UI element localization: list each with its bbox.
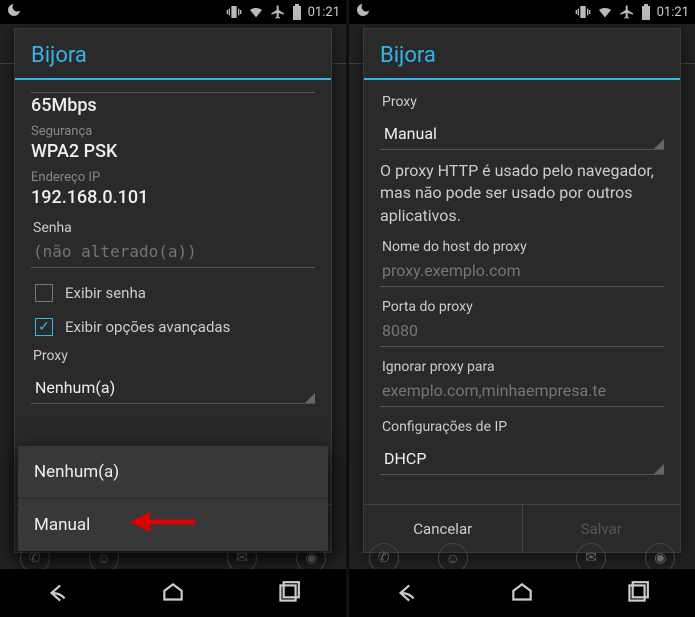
moon-icon <box>355 2 371 22</box>
dialog-title: Bijora <box>15 29 331 80</box>
vibrate-icon <box>575 4 591 20</box>
proxy-spinner[interactable]: Nenhum(a) <box>31 370 315 404</box>
status-time: 01:21 <box>657 5 689 20</box>
security-value: WPA2 PSK <box>31 141 315 162</box>
proxy-bypass-input[interactable] <box>380 375 664 407</box>
recents-button[interactable] <box>274 579 302 607</box>
password-input[interactable] <box>31 236 315 268</box>
airplane-icon <box>619 4 635 20</box>
dock-icons: ✆ ☺ ✉ ◉ <box>349 547 695 569</box>
back-button[interactable] <box>44 579 72 607</box>
security-label: Segurança <box>31 124 315 139</box>
advanced-options-label: Exibir opções avançadas <box>65 318 230 336</box>
status-bar: 01:21 <box>349 0 695 24</box>
proxy-option-manual[interactable]: Manual <box>18 499 328 551</box>
status-bar: 01:21 <box>0 0 346 24</box>
ip-settings-spinner[interactable]: DHCP <box>380 441 664 475</box>
link-speed-value: 65Mbps <box>31 95 315 116</box>
proxy-port-label: Porta do proxy <box>382 299 664 315</box>
proxy-spinner-value: Nenhum(a) <box>35 378 115 397</box>
ip-value: 192.168.0.101 <box>31 187 315 208</box>
back-button[interactable] <box>393 579 421 607</box>
proxy-spinner[interactable]: Manual <box>380 116 664 150</box>
advanced-options-checkbox[interactable]: ✓ <box>35 318 53 336</box>
phone-left: 01:21 Bijora 65Mbps Segurança WPA2 PSK E… <box>0 0 346 617</box>
status-time: 01:21 <box>308 5 340 20</box>
proxy-port-input[interactable] <box>380 315 664 347</box>
recents-button[interactable] <box>623 579 651 607</box>
show-password-row[interactable]: Exibir senha <box>35 284 315 302</box>
proxy-spinner-value: Manual <box>384 124 437 143</box>
dialog-title: Bijora <box>364 29 680 80</box>
wifi-dialog: Bijora Proxy Manual O proxy HTTP é usado… <box>363 28 681 553</box>
ip-settings-label: Configurações de IP <box>382 419 664 435</box>
proxy-host-input[interactable] <box>380 255 664 287</box>
nav-bar <box>0 569 346 617</box>
proxy-option-none[interactable]: Nenhum(a) <box>18 446 328 499</box>
wifi-icon <box>248 4 264 20</box>
nav-bar <box>349 569 695 617</box>
proxy-dropdown-popup: Nenhum(a) Manual <box>18 446 328 551</box>
vibrate-icon <box>226 4 242 20</box>
ip-label: Endereço IP <box>31 170 315 185</box>
airplane-icon <box>270 4 286 20</box>
dialog-footer: Cancelar Salvar <box>364 504 680 552</box>
proxy-info-text: O proxy HTTP é usado pelo navegador, mas… <box>380 160 664 227</box>
wifi-icon <box>597 4 613 20</box>
proxy-bypass-label: Ignorar proxy para <box>382 359 664 375</box>
show-password-label: Exibir senha <box>65 284 146 302</box>
show-password-checkbox[interactable] <box>35 284 53 302</box>
proxy-label: Proxy <box>382 94 664 110</box>
battery-icon <box>641 4 651 20</box>
proxy-host-label: Nome do host do proxy <box>382 239 664 255</box>
proxy-label: Proxy <box>33 348 315 364</box>
ip-settings-value: DHCP <box>384 449 426 468</box>
home-button[interactable] <box>159 579 187 607</box>
home-button[interactable] <box>508 579 536 607</box>
password-label: Senha <box>33 220 315 236</box>
advanced-options-row[interactable]: ✓ Exibir opções avançadas <box>35 318 315 336</box>
phone-right: 01:21 ▌ Bijora Proxy Manual O proxy HTTP… <box>349 0 695 617</box>
battery-icon <box>292 4 302 20</box>
moon-icon <box>6 2 22 22</box>
